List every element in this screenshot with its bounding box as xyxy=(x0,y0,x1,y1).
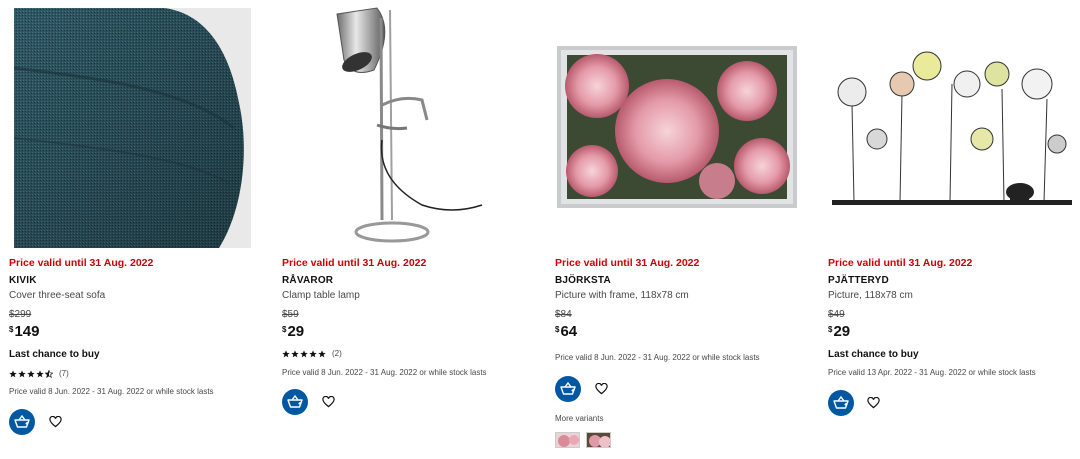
price-valid-note: Price valid 8 Jun. 2022 - 31 Aug. 2022 o… xyxy=(9,387,214,396)
rating-count: (2) xyxy=(332,349,342,358)
price-value: 29 xyxy=(287,323,305,340)
currency-symbol: $ xyxy=(282,325,287,334)
add-to-cart-button[interactable] xyxy=(555,376,581,402)
current-price: $149 xyxy=(9,323,39,340)
previous-price: $84 xyxy=(555,309,572,320)
product-name[interactable]: BJÖRKSTA xyxy=(555,275,611,286)
price-valid-note: Price valid 13 Apr. 2022 - 31 Aug. 2022 … xyxy=(828,368,1036,377)
framed-flower-picture-image xyxy=(557,46,797,208)
price-valid-until: Price valid until 31 Aug. 2022 xyxy=(828,257,973,269)
favourite-button[interactable] xyxy=(865,395,881,411)
product-card-bjorksta: Price valid until 31 Aug. 2022 BJÖRKSTA … xyxy=(555,0,805,459)
star-icon xyxy=(9,369,17,377)
last-chance-badge: Last chance to buy xyxy=(9,349,100,360)
variant-thumbnail[interactable] xyxy=(555,432,580,448)
star-icon xyxy=(309,349,317,357)
product-card-kivik: Price valid until 31 Aug. 2022 KIVIK Cov… xyxy=(9,0,259,459)
product-description: Picture, 118x78 cm xyxy=(828,290,913,301)
star-icon xyxy=(318,349,326,357)
price-value: 29 xyxy=(833,323,851,340)
previous-price: $59 xyxy=(282,309,299,320)
price-value: 149 xyxy=(14,323,40,340)
product-name[interactable]: RÅVAROR xyxy=(282,275,333,286)
product-image-bjorksta[interactable] xyxy=(557,46,797,208)
heart-icon xyxy=(594,383,608,395)
price-value: 64 xyxy=(560,323,578,340)
star-icon xyxy=(36,369,44,377)
price-valid-note: Price valid 8 Jun. 2022 - 31 Aug. 2022 o… xyxy=(282,368,487,377)
currency-symbol: $ xyxy=(9,325,14,334)
star-icon xyxy=(282,349,290,357)
add-to-cart-icon xyxy=(833,396,849,409)
price-valid-until: Price valid until 31 Aug. 2022 xyxy=(555,257,700,269)
previous-price: $49 xyxy=(828,309,845,320)
star-half-icon xyxy=(45,369,53,378)
star-icon xyxy=(291,349,299,357)
add-to-cart-icon xyxy=(560,382,576,395)
price-valid-note: Price valid 8 Jun. 2022 - 31 Aug. 2022 o… xyxy=(555,353,760,362)
variant-thumbnail[interactable] xyxy=(586,432,611,448)
price-valid-until: Price valid until 31 Aug. 2022 xyxy=(282,257,427,269)
star-icon xyxy=(300,349,308,357)
product-image-pjatteryd[interactable] xyxy=(832,44,1072,210)
product-rating[interactable]: (2) xyxy=(282,349,342,358)
add-to-cart-icon xyxy=(14,415,30,428)
add-to-cart-button[interactable] xyxy=(828,390,854,416)
price-valid-until: Price valid until 31 Aug. 2022 xyxy=(9,257,154,269)
variant-thumbnails xyxy=(555,432,611,448)
add-to-cart-button[interactable] xyxy=(9,409,35,435)
product-rating[interactable]: (7) xyxy=(9,369,69,378)
favourite-button[interactable] xyxy=(47,414,63,430)
variant-flower-image xyxy=(556,433,579,447)
rating-count: (7) xyxy=(59,369,69,378)
current-price: $64 xyxy=(555,323,577,340)
current-price: $29 xyxy=(828,323,850,340)
product-image-kivik[interactable] xyxy=(14,8,251,248)
clamp-lamp-image xyxy=(282,0,532,250)
rating-stars xyxy=(282,349,326,358)
product-image-ravaror[interactable] xyxy=(282,0,532,250)
botanical-picture-image xyxy=(832,44,1072,210)
current-price: $29 xyxy=(282,323,304,340)
star-icon xyxy=(18,369,26,377)
add-to-cart-icon xyxy=(287,395,303,408)
star-icon xyxy=(27,369,35,377)
previous-price: $299 xyxy=(9,309,32,320)
heart-icon xyxy=(48,416,62,428)
favourite-button[interactable] xyxy=(593,381,609,397)
currency-symbol: $ xyxy=(828,325,833,334)
variant-flower-image xyxy=(587,433,610,447)
heart-icon xyxy=(866,397,880,409)
add-to-cart-button[interactable] xyxy=(282,389,308,415)
product-name[interactable]: KIVIK xyxy=(9,275,37,286)
rating-stars xyxy=(9,369,53,378)
product-description: Clamp table lamp xyxy=(282,290,360,301)
product-description: Cover three-seat sofa xyxy=(9,290,106,301)
favourite-button[interactable] xyxy=(320,394,336,410)
sofa-cover-fabric-image xyxy=(14,8,251,248)
product-card-ravaror: Price valid until 31 Aug. 2022 RÅVAROR C… xyxy=(282,0,532,459)
product-name[interactable]: PJÄTTERYD xyxy=(828,275,889,286)
currency-symbol: $ xyxy=(555,325,560,334)
last-chance-badge: Last chance to buy xyxy=(828,349,919,360)
product-description: Picture with frame, 118x78 cm xyxy=(555,290,689,301)
product-card-pjatteryd: Price valid until 31 Aug. 2022 PJÄTTERYD… xyxy=(828,0,1078,459)
heart-icon xyxy=(321,396,335,408)
more-variants-label: More variants xyxy=(555,414,604,423)
